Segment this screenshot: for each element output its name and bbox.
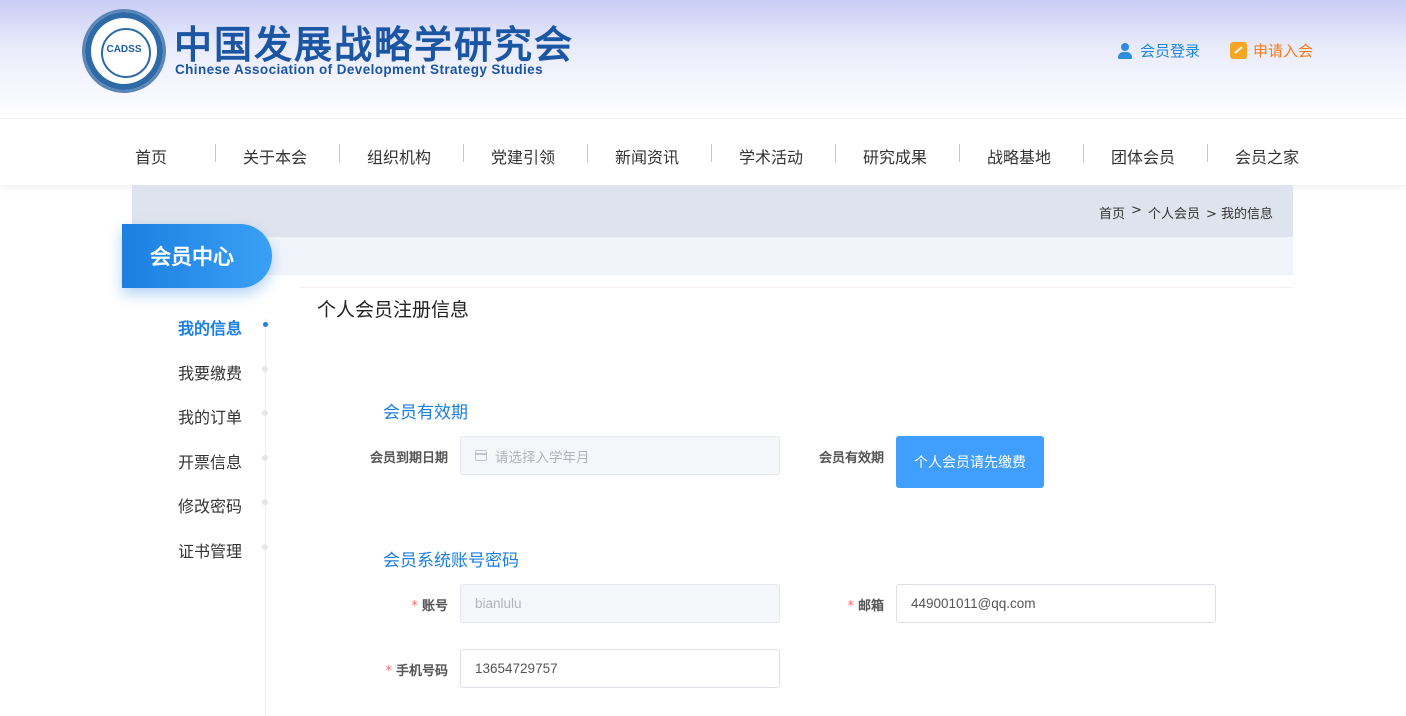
section-title-account: 会员系统账号密码: [383, 551, 519, 571]
breadcrumb-current: > 我的信息: [1205, 207, 1273, 222]
site-header: CADSS 中国发展战略学研究会 Chinese Association of …: [0, 0, 1406, 118]
sidebar-item-certificates[interactable]: 证书管理: [178, 538, 242, 562]
nav-separator: [959, 144, 960, 162]
sidebar-item-pay-fee[interactable]: 我要缴费: [178, 360, 242, 384]
breadcrumb-home[interactable]: 首页: [1099, 203, 1125, 222]
nav-separator: [835, 144, 836, 162]
site-title[interactable]: 中国发展战略学研究会: [174, 14, 574, 69]
required-mark: *: [847, 599, 854, 614]
page-title: 个人会员注册信息: [317, 299, 470, 321]
nav-separator: [339, 144, 340, 162]
apply-join-link[interactable]: 申请入会: [1230, 40, 1313, 61]
nav-separator: [587, 144, 588, 162]
section-title-validity: 会员有效期: [383, 403, 468, 423]
sidebar-active-dot: [263, 322, 268, 327]
member-login-link[interactable]: 会员登录: [1116, 40, 1200, 61]
nav-item-member-home[interactable]: 会员之家: [1235, 144, 1299, 168]
nav-separator: [215, 144, 216, 162]
content-top-band: [132, 237, 1293, 275]
sidebar-divider: [265, 318, 266, 716]
pay-first-button[interactable]: 个人会员请先缴费: [896, 436, 1044, 488]
validity-label: 会员有效期: [818, 451, 884, 466]
phone-field[interactable]: 13654729757: [460, 649, 780, 688]
email-label: * 邮箱: [790, 595, 884, 614]
nav-item-strategy-base[interactable]: 战略基地: [987, 144, 1051, 168]
phone-label: * 手机号码: [340, 660, 448, 679]
member-center-badge: 会员中心: [122, 224, 272, 288]
nav-item-home[interactable]: 首页: [135, 144, 167, 168]
breadcrumb-individual-member[interactable]: 个人会员: [1148, 203, 1200, 222]
member-login-label: 会员登录: [1140, 42, 1201, 60]
nav-item-academic[interactable]: 学术活动: [739, 144, 803, 168]
required-mark: *: [411, 599, 418, 614]
sidebar-item-invoice-info[interactable]: 开票信息: [178, 449, 242, 473]
nav-separator: [1207, 144, 1208, 162]
sidebar-dot: [262, 499, 268, 505]
sidebar-dot: [262, 544, 268, 550]
site-subtitle: Chinese Association of Development Strat…: [175, 62, 543, 77]
sidebar-item-change-password[interactable]: 修改密码: [178, 493, 242, 517]
email-label-text: 邮箱: [857, 599, 884, 614]
email-value: 449001011@qq.com: [911, 596, 1036, 611]
expiry-date-placeholder: 请选择入学年月: [495, 449, 590, 465]
account-label-text: 账号: [421, 599, 448, 614]
account-field[interactable]: bianlulu: [460, 584, 780, 623]
phone-value: 13654729757: [475, 661, 558, 676]
breadcrumb: 首页 > 个人会员 > 我的信息: [1099, 203, 1273, 222]
nav-separator: [711, 144, 712, 162]
nav-item-research[interactable]: 研究成果: [863, 144, 927, 168]
breadcrumb-bar: 首页 > 个人会员 > 我的信息: [132, 185, 1293, 237]
main-nav: 首页 关于本会 组织机构 党建引领 新闻资讯 学术活动 研究成果 战略基地 团体…: [0, 118, 1406, 185]
site-logo[interactable]: CADSS: [82, 9, 166, 93]
sidebar-dot: [262, 410, 268, 416]
sidebar-dot: [262, 366, 268, 372]
nav-item-group-members[interactable]: 团体会员: [1111, 144, 1175, 168]
nav-item-news[interactable]: 新闻资讯: [615, 144, 679, 168]
breadcrumb-separator: >: [1131, 203, 1142, 218]
account-value: bianlulu: [475, 596, 522, 611]
user-icon: [1116, 42, 1134, 60]
required-mark: *: [385, 664, 392, 679]
logo-text: CADSS: [106, 44, 142, 55]
account-label: * 账号: [340, 595, 448, 614]
phone-label-text: 手机号码: [395, 664, 448, 679]
nav-separator: [463, 144, 464, 162]
email-field[interactable]: 449001011@qq.com: [896, 584, 1216, 623]
divider: [300, 287, 1293, 288]
expiry-date-picker[interactable]: 请选择入学年月: [460, 436, 780, 475]
edit-icon: [1230, 42, 1247, 59]
apply-join-label: 申请入会: [1253, 42, 1314, 60]
nav-item-about[interactable]: 关于本会: [243, 144, 307, 168]
sidebar-item-my-info[interactable]: 我的信息: [178, 315, 242, 339]
nav-separator: [1083, 144, 1084, 162]
expiry-date-label: 会员到期日期: [369, 451, 448, 466]
sidebar-dot: [262, 455, 268, 461]
calendar-icon: [475, 450, 487, 461]
sidebar-item-my-orders[interactable]: 我的订单: [178, 404, 242, 428]
nav-item-organization[interactable]: 组织机构: [367, 144, 431, 168]
nav-item-party-building[interactable]: 党建引领: [491, 144, 555, 168]
